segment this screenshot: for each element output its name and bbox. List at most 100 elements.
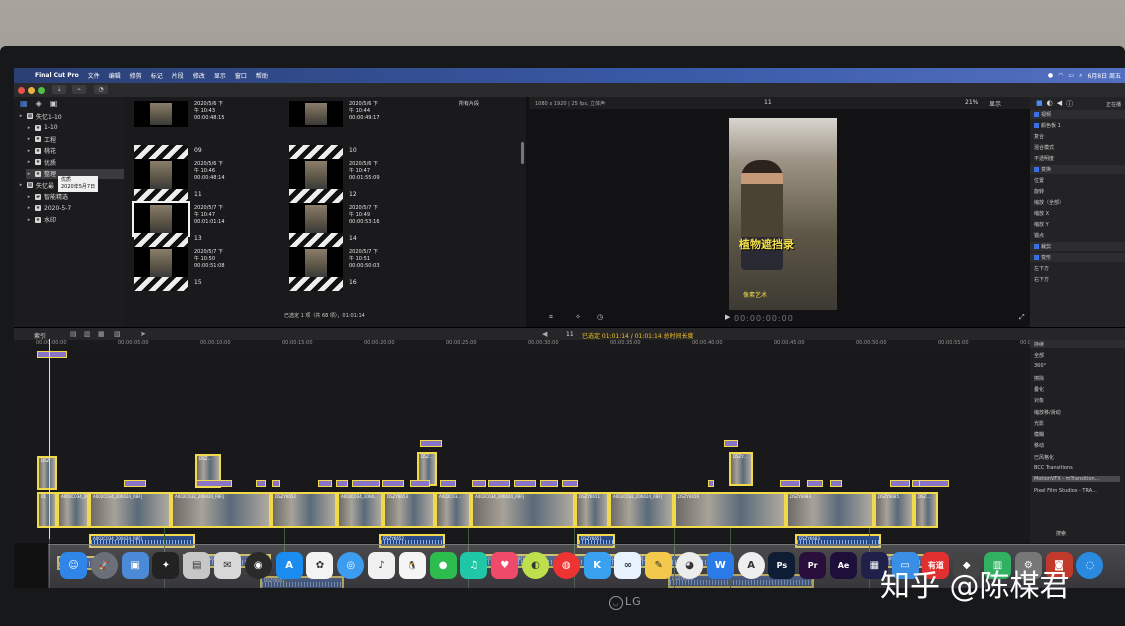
title-clip[interactable] <box>890 480 910 487</box>
pencil-icon[interactable]: A <box>737 552 765 579</box>
menu-modify[interactable]: 修改 <box>193 71 205 80</box>
menu-trim[interactable]: 修剪 <box>130 71 142 80</box>
title-clip[interactable] <box>488 480 510 487</box>
browser-scrollbar[interactable] <box>521 142 524 164</box>
kugou-icon[interactable]: K <box>583 552 611 579</box>
safari-icon[interactable]: ◎ <box>337 552 365 579</box>
title-clip[interactable] <box>830 480 842 487</box>
photo-editor-icon[interactable]: ✎ <box>645 552 673 579</box>
title-clip[interactable] <box>514 480 536 487</box>
keyword-icon[interactable]: ⌁ <box>72 85 86 94</box>
title-clip[interactable] <box>352 480 380 487</box>
disclosure-icon[interactable]: ▸ <box>26 125 32 131</box>
primary-video-clip[interactable]: DSZY6653 <box>383 492 435 528</box>
background-tasks-icon[interactable]: ◔ <box>94 85 108 94</box>
video-inspector-icon[interactable]: ■ <box>1036 99 1043 109</box>
clip-thumbnail[interactable] <box>289 247 343 279</box>
effects-category[interactable]: 叠化 <box>1034 386 1044 393</box>
viewer-zoom[interactable]: 21% <box>965 99 978 106</box>
title-clip[interactable] <box>540 480 558 487</box>
finder-icon[interactable]: ☺ <box>60 552 87 579</box>
primary-video-clip[interactable]: A002C034_20... <box>57 492 89 528</box>
after-effects-icon[interactable]: Ae <box>830 552 857 579</box>
title-clip[interactable] <box>420 440 442 447</box>
primary-video-clip[interactable]: A002C034_2004... <box>337 492 383 528</box>
library-row[interactable]: ▸ ▦ 失忆1-10 <box>18 111 62 121</box>
disclosure-icon[interactable]: ▸ <box>26 171 32 177</box>
menu-edit[interactable]: 编辑 <box>109 71 121 80</box>
titles-tab-icon[interactable]: ▣ <box>50 99 58 108</box>
kiwi-icon[interactable]: ◐ <box>522 552 549 579</box>
title-clip[interactable] <box>124 480 146 487</box>
viewer-display-menu[interactable]: 显示 <box>989 99 1001 108</box>
effects-category[interactable]: 擦除 <box>1034 375 1044 382</box>
primary-video-clip[interactable]: A002C032_200424_R8FJ <box>609 492 674 528</box>
menu-app-name[interactable]: Final Cut Pro <box>35 72 79 79</box>
primary-video-clip[interactable]: DSZY6656 <box>674 492 786 528</box>
index-button[interactable]: 索引 <box>34 331 46 340</box>
disclosure-icon[interactable]: ▸ <box>26 159 32 165</box>
title-clip[interactable] <box>410 480 430 487</box>
photos-icon[interactable]: ✿ <box>306 552 334 579</box>
inspector-row[interactable]: 视频 <box>1034 111 1051 119</box>
menu-view[interactable]: 显示 <box>214 71 226 80</box>
compressor-icon[interactable]: ▤ <box>183 552 211 579</box>
inspector-row[interactable]: 变换 <box>1034 166 1051 174</box>
checkbox-icon[interactable] <box>1034 244 1039 249</box>
play-icon[interactable]: ▶ <box>725 313 730 321</box>
title-clip[interactable] <box>37 351 67 358</box>
inspector-row[interactable]: 混合模式 <box>1034 144 1054 152</box>
primary-video-clip[interactable]: A002C032_200424_R8FJ <box>171 492 271 528</box>
title-clip[interactable] <box>807 480 823 487</box>
davinci-icon[interactable]: ◉ <box>244 552 272 579</box>
library-row[interactable]: ▸ ★ 工程 <box>26 134 56 144</box>
library-row[interactable]: ▸ ▰ 智能精选 <box>26 192 68 202</box>
inspector-row[interactable]: 位置 <box>1034 177 1044 185</box>
effects-category[interactable]: 模糊 <box>1034 431 1044 438</box>
clock[interactable]: 6月8日 周五 <box>1087 71 1121 80</box>
photos-tab-icon[interactable]: ◈ <box>36 99 42 108</box>
effects-category[interactable]: MotionVFX - mTransition... <box>1032 476 1120 483</box>
disclosure-icon[interactable]: ▸ <box>26 194 32 200</box>
effects-category[interactable]: 对象 <box>1034 397 1044 404</box>
primary-video-clip[interactable]: A002C034_200424_R8FJ <box>471 492 575 528</box>
title-clip[interactable] <box>382 480 404 487</box>
enhance-icon[interactable]: ✧ <box>575 313 581 321</box>
disclosure-icon[interactable]: ▸ <box>18 113 24 119</box>
import-icon[interactable]: ⇣ <box>52 85 66 94</box>
effects-category[interactable]: Pixel Film Studios - TRA... <box>1034 488 1097 494</box>
title-clip[interactable] <box>724 440 738 447</box>
title-clip[interactable] <box>780 480 800 487</box>
music-icon[interactable]: ♪ <box>368 552 395 579</box>
effects-search[interactable]: 搜索 <box>1056 530 1066 537</box>
back-icon[interactable]: ◀ <box>542 330 547 338</box>
checkbox-icon[interactable] <box>1034 123 1039 128</box>
wechat-icon[interactable]: ● <box>429 552 457 579</box>
menu-mark[interactable]: 标记 <box>151 71 163 80</box>
crop-tool-icon[interactable]: ⌗ <box>549 313 553 322</box>
inspector-row[interactable]: 变形 <box>1034 254 1051 262</box>
inspector-row[interactable]: 缩放 X <box>1034 210 1049 218</box>
library-row[interactable]: ▸ ▦ 失忆最 <box>18 180 54 190</box>
inspector-row[interactable]: 不透明度 <box>1034 155 1054 163</box>
menu-clip[interactable]: 片段 <box>172 71 184 80</box>
mail-icon[interactable]: ✉ <box>214 552 241 579</box>
effects-category[interactable]: 移动 <box>1034 442 1044 449</box>
library-row[interactable]: ▸ ★ 1-10 <box>26 123 58 133</box>
primary-video-clip[interactable]: A002C03... <box>435 492 471 528</box>
wifi-icon[interactable]: ◠ <box>1058 72 1063 79</box>
clip-thumbnail[interactable] <box>289 159 343 191</box>
playhead[interactable] <box>49 339 50 539</box>
disclosure-icon[interactable]: ▸ <box>26 217 32 223</box>
effects-category[interactable]: 全部 <box>1034 352 1044 359</box>
inspector-row[interactable]: 缩放（全部） <box>1034 199 1064 207</box>
baidu-disk-icon[interactable]: ∞ <box>614 552 642 579</box>
menu-help[interactable]: 帮助 <box>256 71 268 80</box>
clip-thumbnail[interactable] <box>289 203 343 235</box>
chrome-icon[interactable]: ◕ <box>676 552 703 579</box>
library-row[interactable]: ▸ ★ 桃花 <box>26 146 56 156</box>
timeline[interactable]: 01 A002C034_20... A002C034_200424_R8FJ A002… <box>14 348 1030 588</box>
effects-category[interactable]: 已风格化 <box>1034 454 1054 461</box>
effects-category[interactable]: 缩放移/滑动 <box>1034 409 1061 416</box>
clip-overwrite-icon[interactable]: ▧ <box>114 330 121 338</box>
